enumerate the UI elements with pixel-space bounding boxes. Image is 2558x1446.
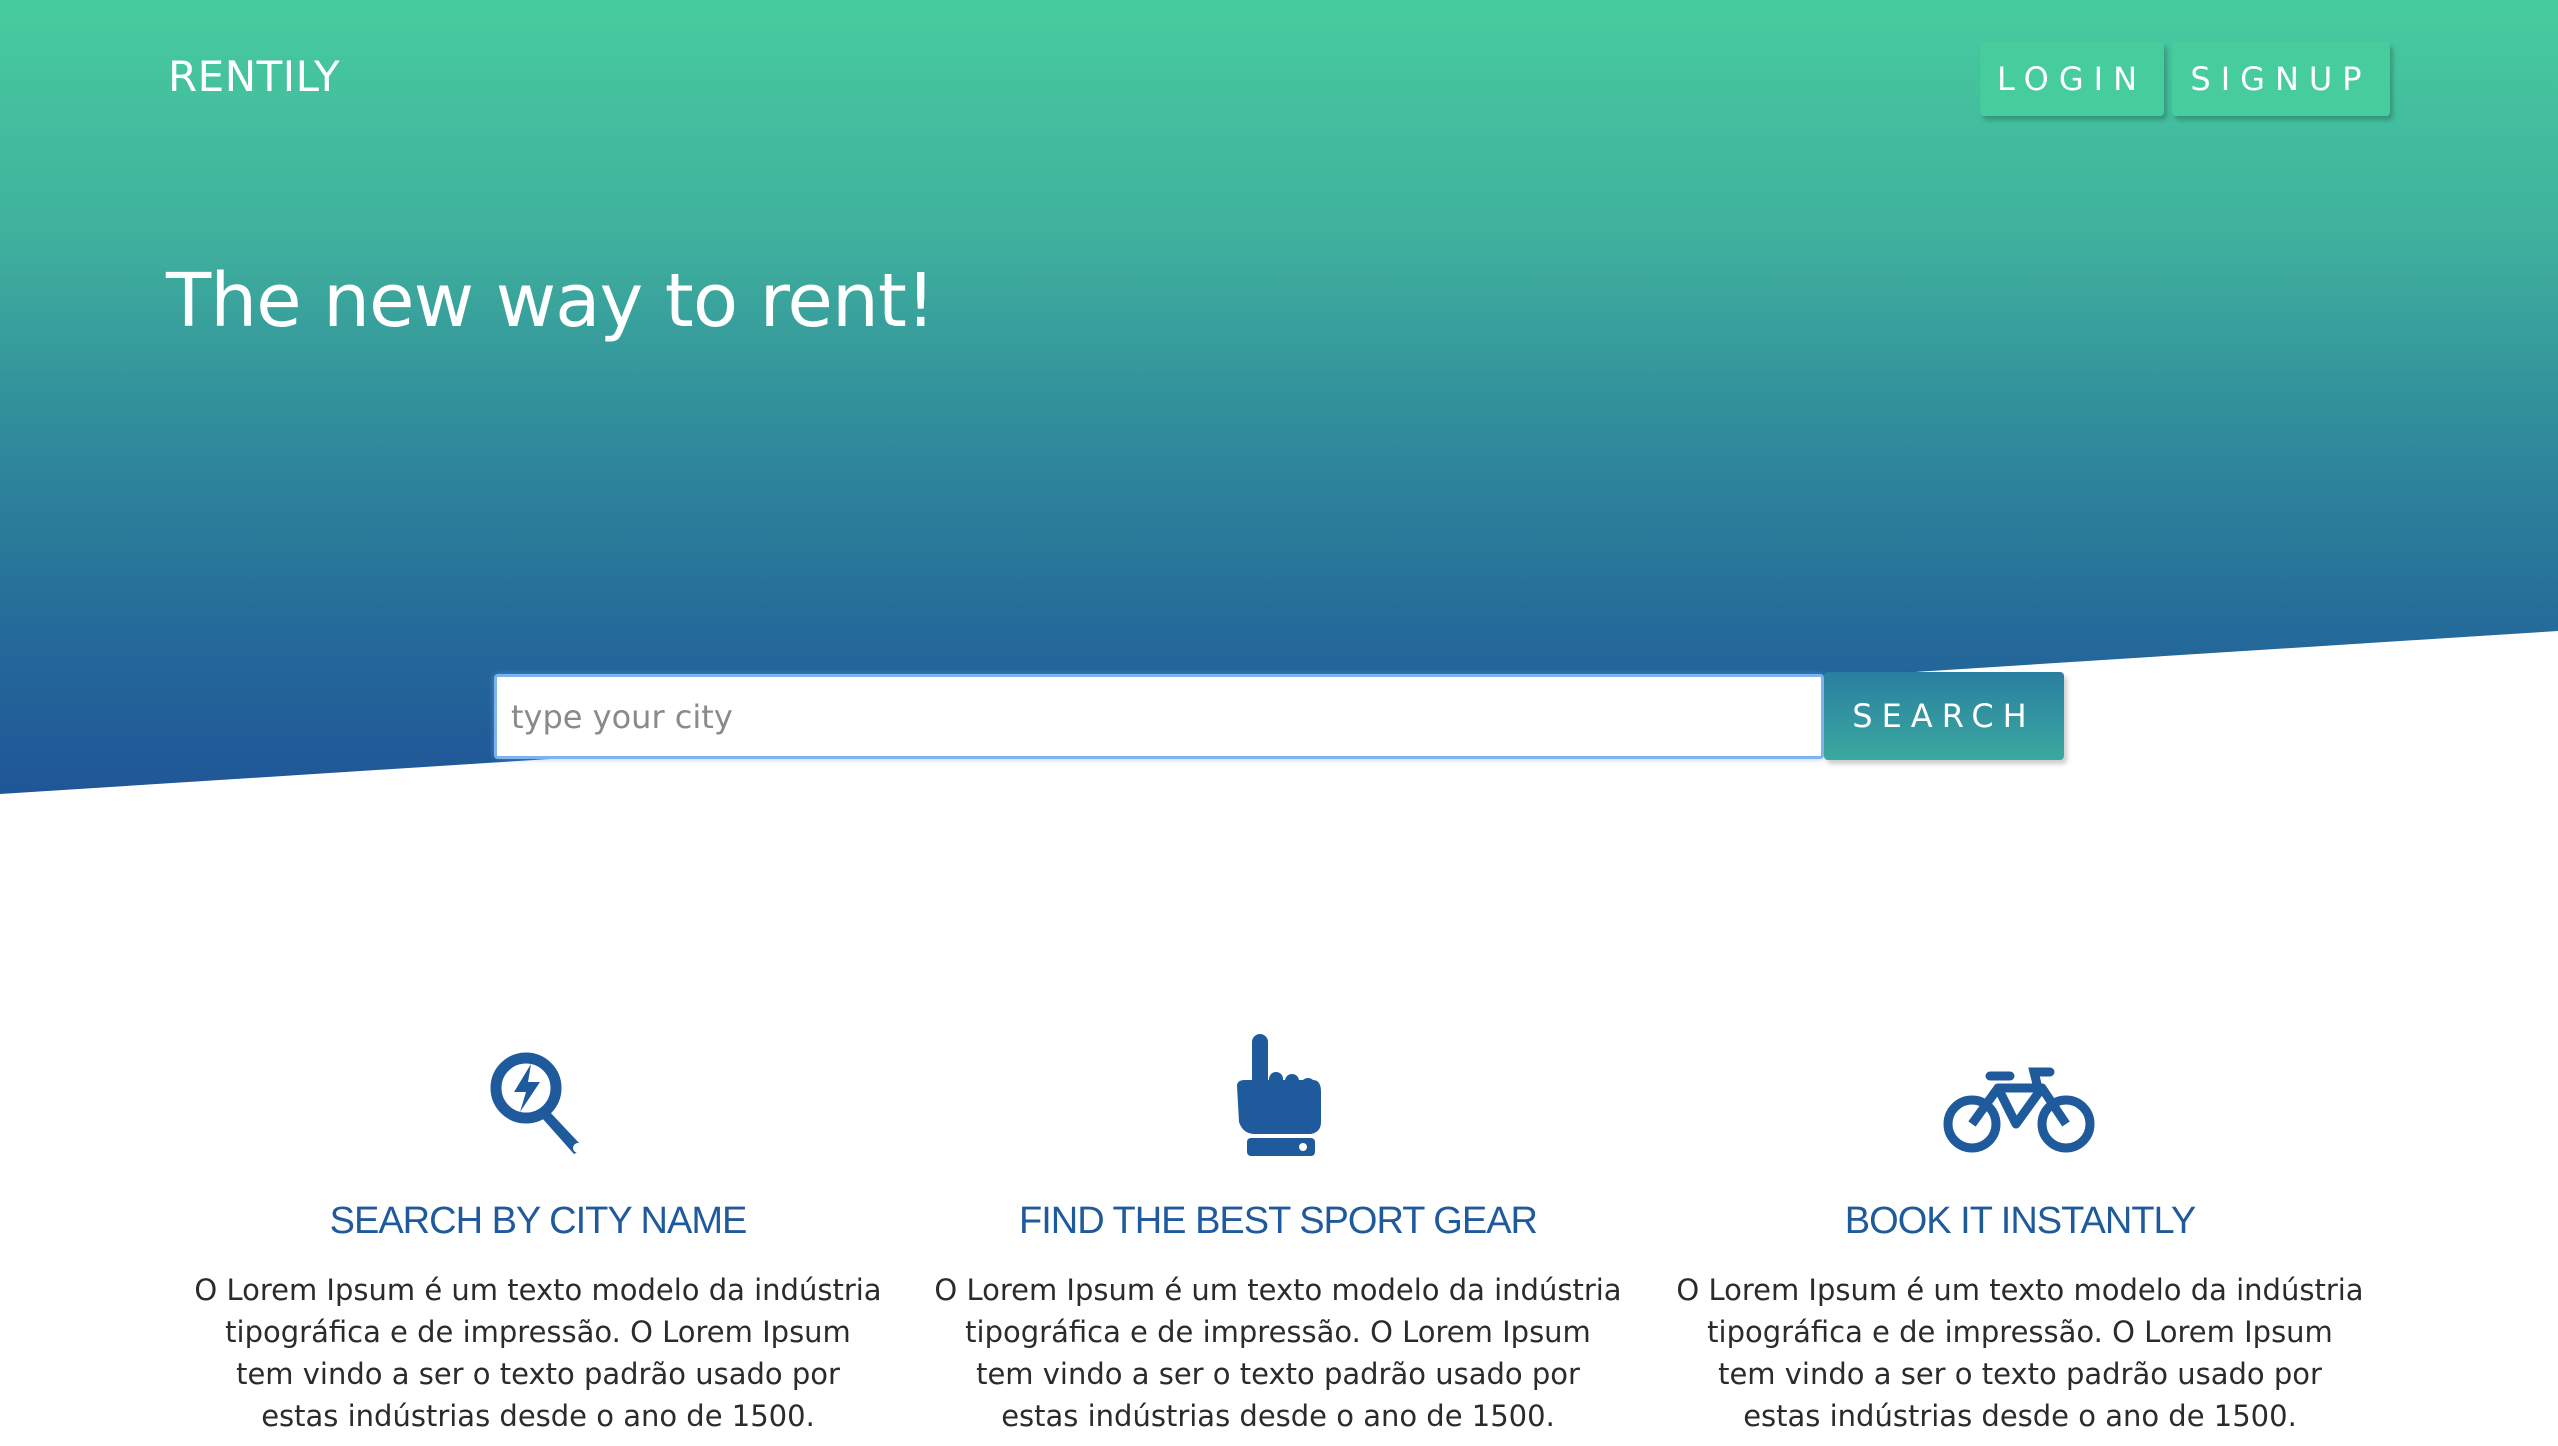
feature-search-by-city: SEARCH BY CITY NAME O Lorem Ipsum é um t… xyxy=(168,1030,908,1437)
feature-title: FIND THE BEST SPORT GEAR xyxy=(1019,1200,1538,1242)
bicycle-icon xyxy=(1943,1067,2095,1153)
feature-title: BOOK IT INSTANTLY xyxy=(1844,1200,2196,1242)
feature-book-instantly: BOOK IT INSTANTLY O Lorem Ipsum é um tex… xyxy=(1650,1030,2390,1437)
features-section: SEARCH BY CITY NAME O Lorem Ipsum é um t… xyxy=(0,1030,2558,1446)
search-button[interactable]: SEARCH xyxy=(1824,672,2064,760)
city-search-input[interactable] xyxy=(494,674,1824,759)
feature-find-sport-gear: FIND THE BEST SPORT GEAR O Lorem Ipsum é… xyxy=(908,1030,1648,1437)
search-bar: SEARCH xyxy=(494,672,2064,760)
brand-logo[interactable]: RENTILY xyxy=(168,52,340,101)
signup-button[interactable]: SIGNUP xyxy=(2172,42,2390,116)
pointing-hand-icon xyxy=(1237,1034,1321,1156)
feature-description: O Lorem Ipsum é um texto modelo da indús… xyxy=(1676,1273,2364,1433)
feature-title: SEARCH BY CITY NAME xyxy=(329,1200,748,1242)
search-lightning-icon xyxy=(490,1052,583,1154)
feature-description: O Lorem Ipsum é um texto modelo da indús… xyxy=(194,1273,882,1433)
hero-tagline: The new way to rent! xyxy=(166,258,936,344)
page: RENTILY LOGIN SIGNUP The new way to rent… xyxy=(0,0,2558,1446)
login-button[interactable]: LOGIN xyxy=(1980,42,2164,116)
feature-description: O Lorem Ipsum é um texto modelo da indús… xyxy=(934,1273,1622,1433)
top-nav: LOGIN SIGNUP xyxy=(1980,42,2390,116)
